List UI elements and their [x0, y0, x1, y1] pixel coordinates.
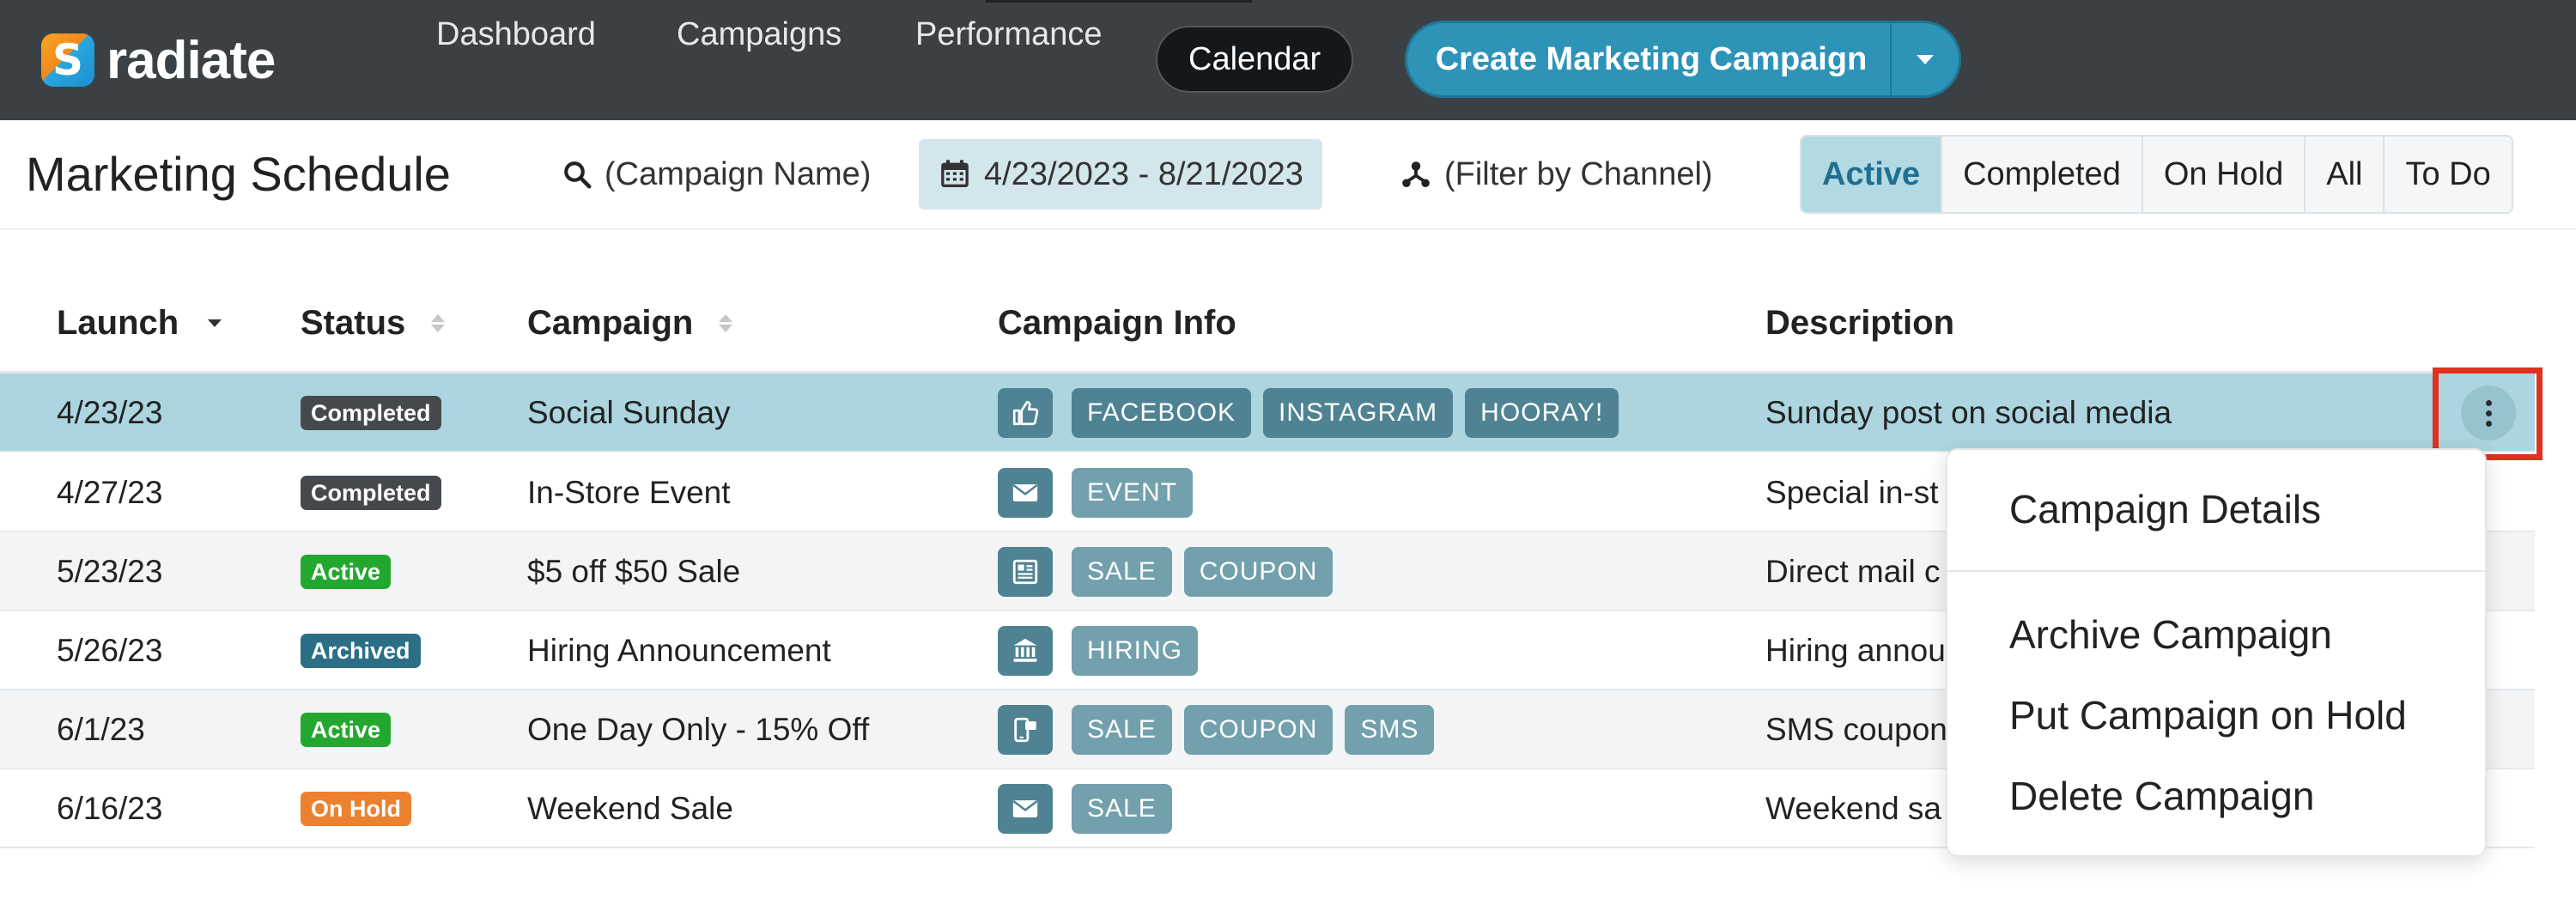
- campaign-name[interactable]: Hiring Announcement: [527, 611, 831, 690]
- campaign-description: Special in-st: [1765, 475, 1939, 510]
- column-header-campaign[interactable]: Campaign: [527, 299, 733, 347]
- status-badge: On Hold: [301, 792, 411, 826]
- column-header-label: Status: [301, 303, 406, 342]
- column-header-launch[interactable]: Launch: [57, 299, 222, 347]
- newspaper-icon: [998, 547, 1053, 597]
- nav-dashboard[interactable]: Dashboard: [436, 0, 596, 69]
- nav-campaigns[interactable]: Campaigns: [677, 0, 841, 69]
- column-header-status[interactable]: Status: [301, 299, 446, 347]
- channel-tag: SALE: [1072, 705, 1172, 755]
- status-badge: Active: [301, 713, 392, 747]
- launch-date: 5/23/23: [57, 554, 163, 589]
- status-badge: Active: [301, 555, 392, 589]
- campaign-name[interactable]: In-Store Event: [527, 453, 731, 532]
- logo[interactable]: S radiate: [41, 30, 276, 90]
- launch-date: 5/26/23: [57, 633, 163, 668]
- channel-tag: SALE: [1072, 547, 1172, 597]
- menu-put-on-hold[interactable]: Put Campaign on Hold: [2009, 685, 2407, 745]
- caret-down-icon: [1917, 54, 1934, 64]
- channel-tag: INSTAGRAM: [1263, 388, 1454, 438]
- date-range-picker[interactable]: 4/23/2023 - 8/21/2023: [919, 139, 1322, 210]
- campaign-name[interactable]: Social Sunday: [527, 374, 731, 452]
- filter-completed[interactable]: Completed: [1941, 137, 2142, 212]
- campaign-description: Weekend sa: [1765, 791, 1941, 826]
- sort-icon: [431, 313, 446, 332]
- phone-icon: [998, 705, 1053, 755]
- channel-filter-placeholder: (Filter by Channel): [1444, 155, 1713, 192]
- bank-icon: [998, 626, 1053, 676]
- channel-tag: HOORAY!: [1465, 388, 1619, 438]
- campaign-description: Hiring annou: [1765, 633, 1946, 668]
- status-filter-group: Active Completed On Hold All To Do: [1800, 135, 2513, 214]
- date-range-value: 4/23/2023 - 8/21/2023: [984, 155, 1303, 192]
- channel-network-icon: [1400, 158, 1432, 191]
- launch-date: 6/1/23: [57, 712, 145, 747]
- menu-delete-campaign[interactable]: Delete Campaign: [2009, 766, 2314, 826]
- campaign-description: Direct mail c: [1765, 554, 1941, 589]
- launch-date: 4/23/23: [57, 395, 163, 430]
- thumbs-up-icon: [998, 388, 1053, 438]
- focus-highlight-box: [2433, 367, 2543, 460]
- channel-tag: FACEBOOK: [1072, 388, 1252, 438]
- radiate-logo-icon: S: [41, 33, 94, 87]
- nav-performance[interactable]: Performance: [915, 0, 1103, 69]
- column-header-label: Launch: [57, 303, 179, 342]
- create-campaign-dropdown-toggle[interactable]: [1890, 23, 1959, 95]
- campaign-name[interactable]: One Day Only - 15% Off: [527, 690, 869, 769]
- channel-tag: COUPON: [1183, 547, 1334, 597]
- menu-archive-campaign[interactable]: Archive Campaign: [2009, 604, 2332, 665]
- column-header-description: Description: [1765, 303, 1955, 342]
- search-placeholder: (Campaign Name): [605, 155, 872, 192]
- channel-tag: COUPON: [1183, 705, 1334, 755]
- channel-tag: SMS: [1345, 705, 1435, 755]
- status-badge: Completed: [301, 476, 441, 510]
- campaign-info: HIRING: [998, 611, 1210, 690]
- campaign-info: SALE COUPON: [998, 532, 1345, 611]
- nav-calendar[interactable]: Calendar: [1156, 26, 1354, 93]
- status-badge: Completed: [301, 396, 441, 430]
- filter-on-hold[interactable]: On Hold: [2141, 137, 2305, 212]
- channel-tag: HIRING: [1072, 626, 1198, 676]
- campaign-search[interactable]: (Campaign Name): [562, 139, 871, 210]
- campaign-description: SMS coupon: [1765, 712, 1947, 747]
- app-name: radiate: [106, 30, 276, 90]
- row-actions-menu: Campaign Details Archive Campaign Put Ca…: [1946, 448, 2487, 857]
- channel-tag: SALE: [1072, 784, 1172, 834]
- campaign-name[interactable]: Weekend Sale: [527, 769, 733, 848]
- launch-date: 4/27/23: [57, 475, 163, 510]
- envelope-icon: [998, 784, 1053, 834]
- menu-divider: [1947, 570, 2485, 572]
- channel-tag: EVENT: [1072, 468, 1194, 518]
- column-header-campaign-info: Campaign Info: [998, 303, 1236, 342]
- status-badge: Archived: [301, 634, 421, 668]
- page-title: Marketing Schedule: [26, 147, 451, 201]
- launch-date: 6/16/23: [57, 791, 163, 826]
- column-header-label: Campaign: [527, 303, 694, 342]
- envelope-icon: [998, 468, 1053, 518]
- campaign-description: Sunday post on social media: [1765, 395, 2172, 430]
- search-icon: [562, 159, 592, 190]
- sort-icon: [719, 313, 733, 332]
- campaign-info: FACEBOOK INSTAGRAM HOORAY!: [998, 374, 1631, 452]
- campaign-name[interactable]: $5 off $50 Sale: [527, 532, 740, 611]
- top-nav-bar: S radiate Dashboard Campaigns Performanc…: [0, 0, 2576, 120]
- menu-campaign-details[interactable]: Campaign Details: [2009, 479, 2321, 539]
- filter-all[interactable]: All: [2304, 137, 2384, 212]
- sort-desc-icon: [208, 319, 222, 327]
- calendar-icon: [938, 157, 972, 191]
- filter-active[interactable]: Active: [1801, 137, 1941, 212]
- channel-filter[interactable]: (Filter by Channel): [1400, 139, 1713, 210]
- campaign-info: SALE: [998, 769, 1184, 848]
- campaign-info: EVENT: [998, 453, 1205, 532]
- create-campaign-button[interactable]: Create Marketing Campaign: [1405, 21, 1961, 98]
- campaign-info: SALE COUPON SMS: [998, 690, 1446, 769]
- table-row[interactable]: 4/23/23 Completed Social Sunday FACEBOOK…: [0, 374, 2535, 452]
- filter-to-do[interactable]: To Do: [2383, 137, 2512, 212]
- create-campaign-label: Create Marketing Campaign: [1435, 40, 1868, 77]
